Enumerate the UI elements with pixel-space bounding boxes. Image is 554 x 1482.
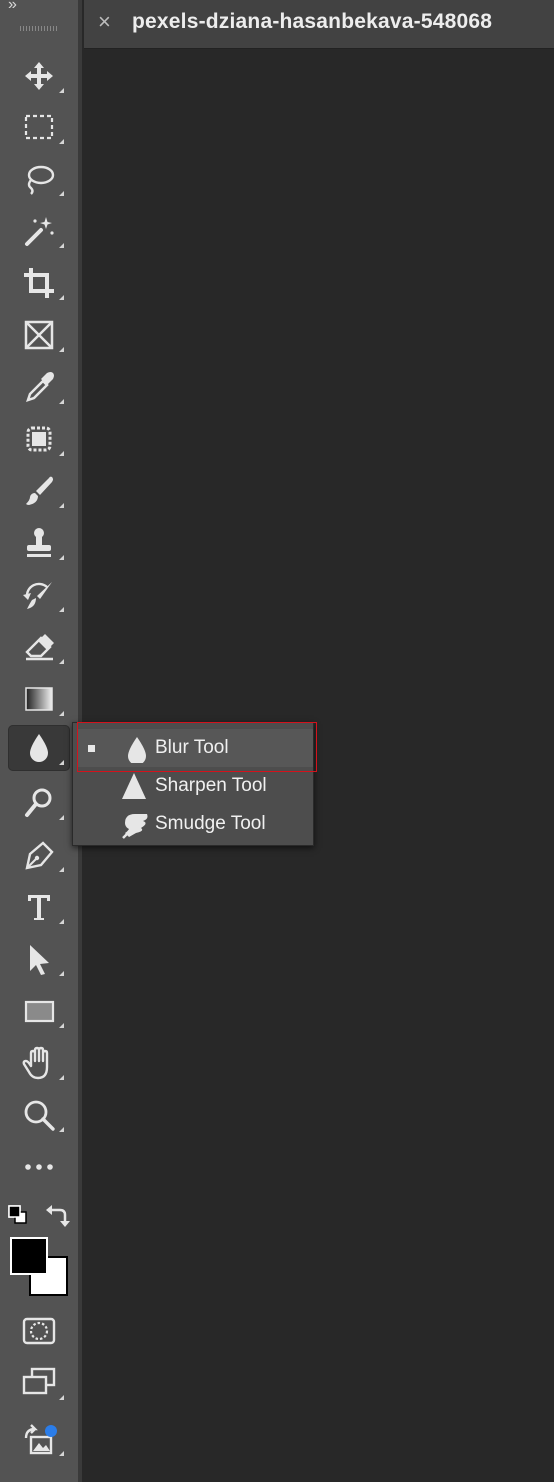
swap-colors-icon[interactable] xyxy=(44,1202,70,1228)
crop-tool[interactable] xyxy=(8,260,70,306)
history-brush-icon xyxy=(21,577,57,613)
tool-group-indicator xyxy=(59,659,64,664)
eyedropper-icon xyxy=(21,369,57,405)
clone-stamp-tool[interactable] xyxy=(8,520,70,566)
share-image-icon xyxy=(21,1421,57,1457)
dodge-tool[interactable] xyxy=(8,780,70,826)
document-tab[interactable]: × pexels-dziana-hasanbekava-548068 xyxy=(84,0,554,49)
tools-panel: » xyxy=(0,0,82,1482)
tool-group-indicator xyxy=(59,1451,64,1456)
screen-mode-icon xyxy=(21,1365,57,1401)
document-tab-title: pexels-dziana-hasanbekava-548068 xyxy=(132,10,493,33)
eyedropper-tool[interactable] xyxy=(8,364,70,410)
tool-group-indicator xyxy=(59,243,64,248)
tool-group-indicator xyxy=(59,503,64,508)
zoom-icon xyxy=(21,1097,57,1133)
tool-group-indicator xyxy=(59,399,64,404)
quick-mask-icon xyxy=(21,1313,57,1349)
tool-group-indicator xyxy=(59,867,64,872)
move-tool[interactable] xyxy=(8,53,70,99)
stamp-icon xyxy=(21,525,57,561)
foreground-color-swatch[interactable] xyxy=(10,1237,48,1275)
tool-group-indicator xyxy=(59,1075,64,1080)
pen-tool[interactable] xyxy=(8,832,70,878)
blur-tool[interactable] xyxy=(8,725,70,771)
eraser-tool[interactable] xyxy=(8,624,70,670)
frame-tool[interactable] xyxy=(8,312,70,358)
blur-drop-icon xyxy=(119,733,149,765)
tool-group-indicator xyxy=(59,88,64,93)
arrow-pointer-icon xyxy=(21,941,57,977)
marquee-tool[interactable] xyxy=(8,104,70,150)
magic-wand-icon xyxy=(21,213,57,249)
close-tab-icon[interactable]: × xyxy=(98,8,111,36)
gradient-tool[interactable] xyxy=(8,676,70,722)
dodge-icon xyxy=(21,785,57,821)
spot-healing-icon xyxy=(21,421,57,457)
smudge-finger-icon xyxy=(119,809,149,839)
collapse-panel-icon[interactable]: » xyxy=(8,0,17,14)
gradient-icon xyxy=(21,681,57,717)
blur-tools-flyout-menu: Blur Tool Sharpen Tool Smudge Tool xyxy=(72,722,314,846)
tool-group-indicator xyxy=(59,760,64,765)
flyout-item-blur-tool[interactable]: Blur Tool xyxy=(77,729,313,767)
more-icon xyxy=(21,1149,57,1185)
zoom-tool[interactable] xyxy=(8,1092,70,1138)
lasso-tool[interactable] xyxy=(8,156,70,202)
quick-mask-button[interactable] xyxy=(8,1308,70,1354)
tool-group-indicator xyxy=(59,815,64,820)
rectangular-marquee-icon xyxy=(21,109,57,145)
tool-group-indicator xyxy=(59,347,64,352)
tool-group-indicator xyxy=(59,919,64,924)
brush-icon xyxy=(21,473,57,509)
magic-wand-tool[interactable] xyxy=(8,208,70,254)
type-tool[interactable] xyxy=(8,884,70,930)
default-colors-icon[interactable] xyxy=(8,1205,28,1225)
blur-drop-icon xyxy=(21,730,57,766)
tool-group-indicator xyxy=(59,711,64,716)
tool-group-indicator xyxy=(59,971,64,976)
flyout-item-label: Sharpen Tool xyxy=(155,775,267,796)
edit-toolbar[interactable] xyxy=(8,1144,70,1190)
rectangle-icon xyxy=(21,993,57,1029)
hand-tool[interactable] xyxy=(8,1040,70,1086)
content-credentials-button[interactable] xyxy=(8,1416,70,1462)
tool-group-indicator xyxy=(59,139,64,144)
tool-group-indicator xyxy=(59,191,64,196)
move-icon xyxy=(21,58,57,94)
flyout-item-smudge-tool[interactable]: Smudge Tool xyxy=(77,805,313,843)
flyout-item-label: Smudge Tool xyxy=(155,813,266,834)
tool-group-indicator xyxy=(59,1395,64,1400)
tool-group-indicator xyxy=(59,1127,64,1132)
lasso-icon xyxy=(21,161,57,197)
tool-group-indicator xyxy=(59,555,64,560)
tool-group-indicator xyxy=(59,1023,64,1028)
history-brush-tool[interactable] xyxy=(8,572,70,618)
panel-grip[interactable] xyxy=(20,26,58,31)
selected-bullet-icon xyxy=(88,745,95,752)
flyout-item-sharpen-tool[interactable]: Sharpen Tool xyxy=(77,767,313,805)
type-icon xyxy=(21,889,57,925)
crop-icon xyxy=(21,265,57,301)
path-selection-tool[interactable] xyxy=(8,936,70,982)
screen-mode-button[interactable] xyxy=(8,1360,70,1406)
flyout-item-label: Blur Tool xyxy=(155,737,229,758)
frame-icon xyxy=(21,317,57,353)
pen-icon xyxy=(21,837,57,873)
healing-brush-tool[interactable] xyxy=(8,416,70,462)
rectangle-tool[interactable] xyxy=(8,988,70,1034)
eraser-icon xyxy=(21,629,57,665)
tool-group-indicator xyxy=(59,451,64,456)
hand-icon xyxy=(21,1045,57,1081)
tool-group-indicator xyxy=(59,295,64,300)
sharpen-triangle-icon xyxy=(119,771,149,801)
brush-tool[interactable] xyxy=(8,468,70,514)
tool-group-indicator xyxy=(59,607,64,612)
